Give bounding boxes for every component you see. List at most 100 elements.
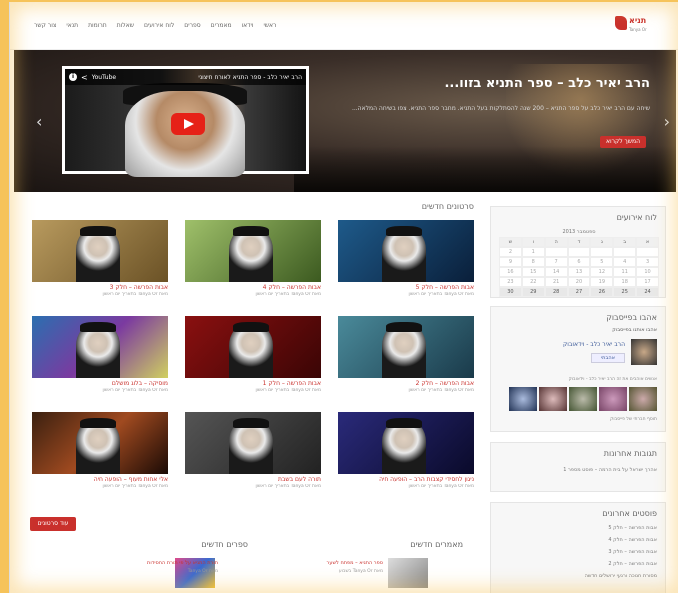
video-card-meta: מאת Tanya Or בתאריך יום ראשון: [255, 292, 321, 297]
facebook-plugin-label[interactable]: תוסף חברתי של פייסבוק: [610, 417, 657, 422]
slide-read-more-button[interactable]: המשך לקרוא: [600, 136, 646, 148]
youtube-label[interactable]: YouTube: [92, 74, 116, 81]
calendar-day[interactable]: 9: [498, 257, 522, 267]
nav-item-donations[interactable]: תרומות: [88, 22, 107, 29]
calendar-day[interactable]: 23: [498, 277, 522, 287]
calendar-day[interactable]: 4: [613, 257, 637, 267]
video-card-title[interactable]: מוסיקה – בלוג מושלם: [32, 380, 168, 387]
recent-post-item[interactable]: אבות הפרשה – חלק 3: [608, 549, 657, 555]
nav-item-tanya[interactable]: תנאי: [66, 22, 78, 29]
calendar-day[interactable]: 6: [567, 257, 591, 267]
calendar-day[interactable]: 13: [567, 267, 591, 277]
calendar-day[interactable]: 12: [590, 267, 614, 277]
fan-avatar[interactable]: [539, 387, 567, 411]
calendar-day[interactable]: [636, 247, 659, 257]
calendar-month: ספטמבר 2013: [562, 229, 596, 235]
more-videos-button[interactable]: עוד סרטונים: [30, 517, 76, 531]
video-card-title[interactable]: אבות הפרשה – חלק 2: [338, 380, 474, 387]
video-card-title[interactable]: אבות הפרשה – חלק 1: [185, 380, 321, 387]
calendar-day[interactable]: 28: [544, 287, 568, 297]
video-card-title[interactable]: אבות הפרשה – חלק 3: [32, 284, 168, 291]
comment-item[interactable]: אהרך ישראל על בית הרמה – פוסט מספר 1: [563, 467, 657, 473]
video-thumbnail[interactable]: [338, 412, 474, 474]
facebook-like-button[interactable]: אהבתי: [591, 353, 625, 363]
calendar-day[interactable]: [590, 247, 614, 257]
video-thumbnail[interactable]: [338, 220, 474, 282]
calendar-day[interactable]: 10: [636, 267, 659, 277]
calendar-day[interactable]: 5: [590, 257, 614, 267]
slider-next-icon[interactable]: ›: [664, 112, 670, 131]
play-button-icon[interactable]: [171, 113, 205, 135]
calendar-day[interactable]: 24: [636, 287, 659, 297]
calendar-day[interactable]: 19: [590, 277, 614, 287]
calendar-day[interactable]: 27: [567, 287, 591, 297]
calendar-day[interactable]: 1: [521, 247, 545, 257]
book-title[interactable]: תורת התניא על פי תורת החסידות: [147, 560, 218, 566]
calendar-day[interactable]: [567, 247, 591, 257]
video-card-title[interactable]: אלי אחות מעוף – הופעה חיה: [32, 476, 168, 483]
video-thumbnail[interactable]: [32, 316, 168, 378]
calendar-day[interactable]: 14: [544, 267, 568, 277]
share-icon[interactable]: <: [81, 73, 88, 82]
facebook-title: אהבו בפייסבוק: [606, 313, 657, 322]
recent-post-item[interactable]: אבות הפרשה – חלק 2: [608, 561, 657, 567]
calendar-day[interactable]: 17: [636, 277, 659, 287]
fan-avatar[interactable]: [629, 387, 657, 411]
video-player[interactable]: i < YouTube הרב יאיר כלב - ספר התניא לאו…: [62, 66, 309, 177]
video-card-title[interactable]: אבות הפרשה – חלק 5: [338, 284, 474, 291]
comments-title: תגובות אחרונות: [603, 449, 657, 458]
facebook-fans: [509, 387, 657, 411]
calendar-day[interactable]: 11: [613, 267, 637, 277]
video-thumbnail[interactable]: [32, 220, 168, 282]
recent-post-item[interactable]: אבות הפרשה – חלק 5: [608, 525, 657, 531]
nav-item-questions[interactable]: שאלות: [117, 22, 134, 29]
nav-item-articles[interactable]: מאמרים: [211, 22, 232, 29]
video-thumbnail[interactable]: [185, 316, 321, 378]
video-thumbnail[interactable]: [185, 220, 321, 282]
fan-avatar[interactable]: [569, 387, 597, 411]
calendar-day[interactable]: 16: [498, 267, 522, 277]
recent-posts-widget: פוסטים אחרונים אבות הפרשה – חלק 5 אבות ה…: [490, 502, 666, 593]
calendar-day[interactable]: 22: [521, 277, 545, 287]
calendar-day[interactable]: 18: [613, 277, 637, 287]
video-thumbnail[interactable]: [32, 412, 168, 474]
nav-item-contact[interactable]: צור קשר: [34, 22, 56, 29]
slider-prev-icon[interactable]: ‹: [36, 112, 42, 131]
video-thumbnail[interactable]: [185, 412, 321, 474]
calendar-day[interactable]: [544, 247, 568, 257]
nav-item-video[interactable]: וידאו: [242, 22, 254, 29]
fan-avatar[interactable]: [509, 387, 537, 411]
article-thumbnail[interactable]: [388, 558, 428, 588]
slide-title[interactable]: הרב יאיר כלב – ספר התניא בזוו...: [444, 76, 650, 91]
article-title[interactable]: ספר התניא – מפתח לשער: [327, 560, 383, 566]
video-title[interactable]: הרב יאיר כלב - ספר התניא לאורח חיצוני: [120, 74, 302, 81]
calendar-day[interactable]: 20: [567, 277, 591, 287]
nav-item-books[interactable]: ספרים: [184, 22, 200, 29]
calendar-day[interactable]: 3: [636, 257, 659, 267]
fan-avatar[interactable]: [599, 387, 627, 411]
calendar-day[interactable]: 7: [544, 257, 568, 267]
calendar-day[interactable]: 2: [498, 247, 522, 257]
video-card-title[interactable]: תורה לעם בשבת: [185, 476, 321, 483]
calendar-day[interactable]: 26: [590, 287, 614, 297]
video-thumbnail[interactable]: [338, 316, 474, 378]
facebook-page-name[interactable]: הרב יאיר כלב - וידאובוק: [563, 341, 625, 348]
recent-post-item[interactable]: אבות הפרשה – חלק 4: [608, 537, 657, 543]
recent-post-item[interactable]: מסורת חנוכה ורגעי ירושלים חדשה: [585, 573, 657, 579]
calendar-day[interactable]: 25: [613, 287, 637, 297]
calendar-day[interactable]: 8: [521, 257, 545, 267]
weekday: ו: [521, 237, 545, 247]
calendar-day[interactable]: 29: [521, 287, 545, 297]
calendar-day[interactable]: 15: [521, 267, 545, 277]
calendar-day[interactable]: 30: [498, 287, 522, 297]
calendar-day[interactable]: 21: [544, 277, 568, 287]
calendar-day[interactable]: [613, 247, 637, 257]
nav-item-home[interactable]: ראשי: [263, 22, 276, 29]
weekday: ב: [613, 237, 637, 247]
site-logo[interactable]: תניא Tanya Or: [615, 14, 661, 40]
video-card-title[interactable]: אבות הפרשה – חלק 4: [185, 284, 321, 291]
nav-item-events[interactable]: לוח אירועים: [144, 22, 174, 29]
info-icon[interactable]: i: [69, 73, 77, 81]
facebook-page-avatar[interactable]: [631, 339, 657, 365]
video-card-title[interactable]: ניגון לחסידי קצבות הרב – הופעה חיה: [338, 476, 474, 483]
